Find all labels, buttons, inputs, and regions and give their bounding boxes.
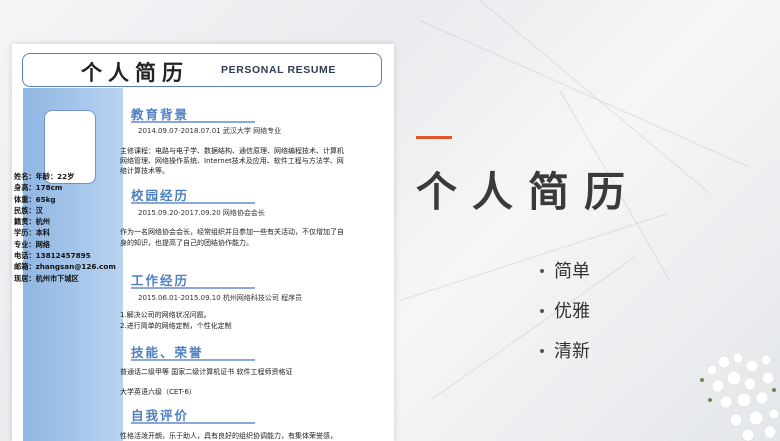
info-line: 姓名：年龄：22岁: [14, 172, 75, 181]
info-line: 现居：杭州市下城区: [14, 273, 79, 283]
section-divider: [131, 359, 255, 361]
flowers-decoration: [700, 352, 780, 441]
resume-header: 个人简历 PERSONAL RESUME: [22, 53, 382, 87]
education-desc: 络计算技术等。: [120, 167, 169, 175]
work-dates: 2015.06.01-2015.09.10 杭州网络科技公司 程序员: [138, 294, 303, 302]
bullet-item: 清新: [540, 338, 590, 378]
info-line: 学历：本科: [14, 228, 50, 238]
work-desc: 1.解决公司的网络状况问题。: [120, 311, 211, 319]
resume-title-en: PERSONAL RESUME: [221, 64, 336, 76]
bullet-list: 简单 优雅 清新: [540, 258, 590, 378]
accent-bar: [416, 136, 452, 139]
campus-desc: 作为一名网络协会会长，经常组织并且参加一些有关活动，不仅增加了自: [120, 228, 344, 236]
section-divider: [131, 287, 255, 289]
personal-info: 姓名：年龄：22岁 身高：178cm 体重：65kg 民族：汉 籍贯：杭州 学历…: [14, 171, 116, 284]
education-desc: 网络管理、网络操作系统、Internet技术及应用、软件工程与方法学、网: [120, 157, 344, 165]
section-divider: [131, 422, 255, 424]
info-line: 专业：网络: [14, 239, 50, 249]
resume-title-cn: 个人简历: [81, 60, 189, 85]
bullet-text: 清新: [554, 341, 590, 362]
info-line: 体重：65kg: [14, 194, 56, 204]
skills-line: 普通话二级甲等 国家二级计算机证书 软件工程师资格证: [120, 368, 293, 376]
bullet-dot-icon: [540, 348, 544, 353]
bullet-text: 优雅: [554, 301, 590, 322]
info-line: 籍贯：杭州: [14, 217, 50, 227]
self-desc: 性格活泼开朗，乐于助人，具有良好的组织协调能力，有集体荣誉感，: [120, 432, 337, 440]
bullet-dot-icon: [540, 308, 544, 313]
section-divider: [131, 121, 255, 123]
section-divider: [131, 202, 255, 204]
bullet-dot-icon: [540, 268, 544, 273]
bullet-text: 简单: [554, 261, 590, 282]
education-desc: 主修课程：电路与电子学、数据结构、通信原理、网络编程技术、计算机: [120, 147, 344, 155]
info-line: 邮箱：zhangsan@126.com: [14, 262, 116, 272]
work-desc: 2.进行简单的网络定制，个性化定制: [120, 322, 232, 330]
info-line: 电话：13812457895: [14, 251, 91, 261]
info-line: 身高：178cm: [14, 183, 63, 193]
resume-card: 个人简历 PERSONAL RESUME 姓名：年龄：22岁 身高：178cm …: [12, 44, 394, 441]
education-dates: 2014.09.07-2018.07.01 武汉大学 网络专业: [138, 127, 282, 135]
slide-heading: 个人简历: [416, 168, 640, 216]
skills-line: 大学英语六级（CET-6）: [120, 388, 196, 396]
campus-desc: 身的知识，也提高了自己的团结协作能力。: [120, 239, 253, 247]
bullet-item: 简单: [540, 258, 590, 298]
info-line: 民族：汉: [14, 205, 43, 215]
bullet-item: 优雅: [540, 298, 590, 338]
campus-dates: 2015.09.20-2017.09.20 网络协会会长: [138, 209, 265, 217]
